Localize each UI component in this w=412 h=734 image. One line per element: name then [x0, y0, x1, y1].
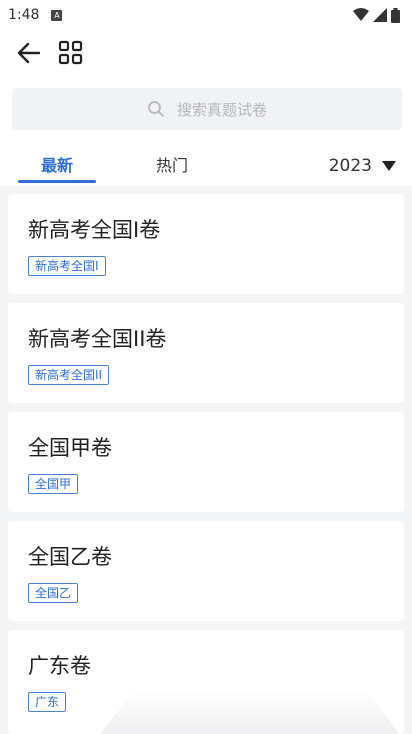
- card-title: 新高考全国II卷: [28, 327, 167, 351]
- category-grid-button[interactable]: [56, 38, 86, 68]
- battery-icon: [391, 7, 400, 23]
- list-item[interactable]: 新高考全国I卷 新高考全国I: [8, 194, 404, 294]
- card-title: 新高考全国I卷: [28, 218, 161, 242]
- search-placeholder: 搜索真题试卷: [176, 100, 267, 119]
- signal-icon: [373, 8, 387, 22]
- tab-bar: 最新 热门 2023: [0, 142, 412, 186]
- status-bar: 1:48 A: [0, 0, 412, 30]
- search-icon: [148, 101, 164, 117]
- list-item[interactable]: 广东卷 广东: [8, 630, 404, 734]
- app-notification-icon: A: [51, 9, 63, 21]
- card-tag: 全国乙: [28, 583, 79, 603]
- search-input[interactable]: 搜索真题试卷: [12, 88, 402, 130]
- caret-down-icon: [382, 161, 396, 171]
- back-button[interactable]: [14, 38, 44, 68]
- status-icons: [353, 7, 400, 23]
- list-item[interactable]: 新高考全国II卷 新高考全国II: [8, 303, 404, 403]
- top-area: 搜索真题试卷 最新 热门 2023: [0, 30, 412, 186]
- list-item[interactable]: 全国甲卷 全国甲: [8, 412, 404, 512]
- card-title: 广东卷: [28, 654, 91, 678]
- card-title: 全国乙卷: [28, 545, 112, 569]
- wifi-icon: [353, 8, 369, 21]
- tab-hot[interactable]: 热门: [132, 152, 212, 176]
- arrow-left-icon: [17, 42, 41, 64]
- tab-active-indicator: [18, 180, 96, 183]
- card-tag: 新高考全国II: [28, 365, 110, 385]
- list-item[interactable]: 全国乙卷 全国乙: [8, 521, 404, 621]
- tab-latest[interactable]: 最新: [18, 152, 96, 176]
- header: [0, 30, 412, 76]
- card-tag: 全国甲: [28, 474, 79, 494]
- year-dropdown[interactable]: 2023: [329, 154, 396, 178]
- card-title: 全国甲卷: [28, 436, 112, 460]
- card-tag: 广东: [28, 692, 67, 712]
- card-tag: 新高考全国I: [28, 256, 106, 276]
- year-value: 2023: [328, 156, 372, 176]
- status-time: 1:48: [8, 7, 40, 23]
- grid-icon: [58, 40, 83, 65]
